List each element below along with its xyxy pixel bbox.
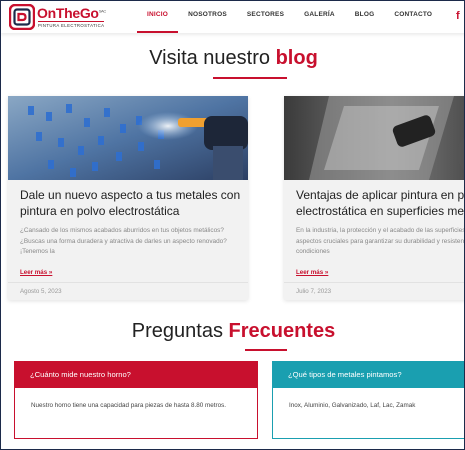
brand-logo[interactable]: OnTheGoSAC PINTURA ELECTROSTATICA bbox=[9, 4, 109, 30]
faq-title-underline bbox=[245, 349, 287, 351]
powder-coating-image bbox=[8, 96, 248, 180]
nav-item-nosotros[interactable]: NOSOTROS bbox=[178, 1, 237, 33]
main-nav: INICIO NOSOTROS SECTORES GALERÍA BLOG CO… bbox=[137, 1, 442, 33]
brand-tagline: PINTURA ELECTROSTATICA bbox=[38, 21, 105, 28]
faq-question[interactable]: ¿Cuánto mide nuestro horno? bbox=[14, 361, 258, 388]
read-more-link[interactable]: Leer más » bbox=[20, 269, 52, 276]
card-divider bbox=[284, 282, 464, 283]
faq-item[interactable]: ¿Qué tipos de metales pintamos? Inox, Al… bbox=[272, 361, 464, 439]
blog-title-underline bbox=[213, 77, 287, 79]
faq-section-title: Preguntas Frecuentes bbox=[131, 320, 336, 342]
metal-surface-image bbox=[284, 96, 464, 180]
post-date: Julio 7, 2023 bbox=[296, 288, 332, 295]
faq-question[interactable]: ¿Qué tipos de metales pintamos? bbox=[272, 361, 464, 388]
facebook-icon[interactable]: f bbox=[456, 10, 460, 22]
post-excerpt: En la industria, la protección y el acab… bbox=[296, 227, 465, 255]
blog-card[interactable]: Ventajas de aplicar pintura en polvo ele… bbox=[284, 96, 465, 300]
post-title[interactable]: Ventajas de aplicar pintura en polvo ele… bbox=[296, 188, 464, 219]
faq-item[interactable]: ¿Cuánto mide nuestro horno? Nuestro horn… bbox=[14, 361, 258, 439]
faq-answer: Nuestro horno tiene una capacidad para p… bbox=[14, 388, 258, 439]
nav-item-galeria[interactable]: GALERÍA bbox=[294, 1, 345, 33]
faq-answer: Inox, Aluminio, Galvanizado, Laf, Lac, Z… bbox=[272, 388, 464, 439]
read-more-link[interactable]: Leer más » bbox=[296, 269, 328, 276]
blog-card[interactable]: Dale un nuevo aspecto a tus metales con … bbox=[8, 96, 248, 300]
post-date: Agosto 5, 2023 bbox=[20, 288, 62, 295]
nav-item-sectores[interactable]: SECTORES bbox=[237, 1, 294, 33]
nav-item-inicio[interactable]: INICIO bbox=[137, 1, 179, 33]
card-divider bbox=[8, 282, 248, 283]
brand-name: OnTheGoSAC bbox=[37, 5, 107, 21]
nav-item-blog[interactable]: BLOG bbox=[345, 1, 385, 33]
post-excerpt: ¿Cansado de los mismos acabados aburrido… bbox=[20, 227, 227, 255]
blog-section-title: Visita nuestro blog bbox=[149, 47, 318, 69]
site-header: OnTheGoSAC PINTURA ELECTROSTATICA INICIO… bbox=[1, 1, 464, 33]
logo-mark-icon bbox=[9, 4, 35, 30]
page: OnTheGoSAC PINTURA ELECTROSTATICA INICIO… bbox=[0, 0, 465, 450]
post-title[interactable]: Dale un nuevo aspecto a tus metales con … bbox=[20, 188, 248, 219]
nav-item-contacto[interactable]: CONTACTO bbox=[384, 1, 442, 33]
